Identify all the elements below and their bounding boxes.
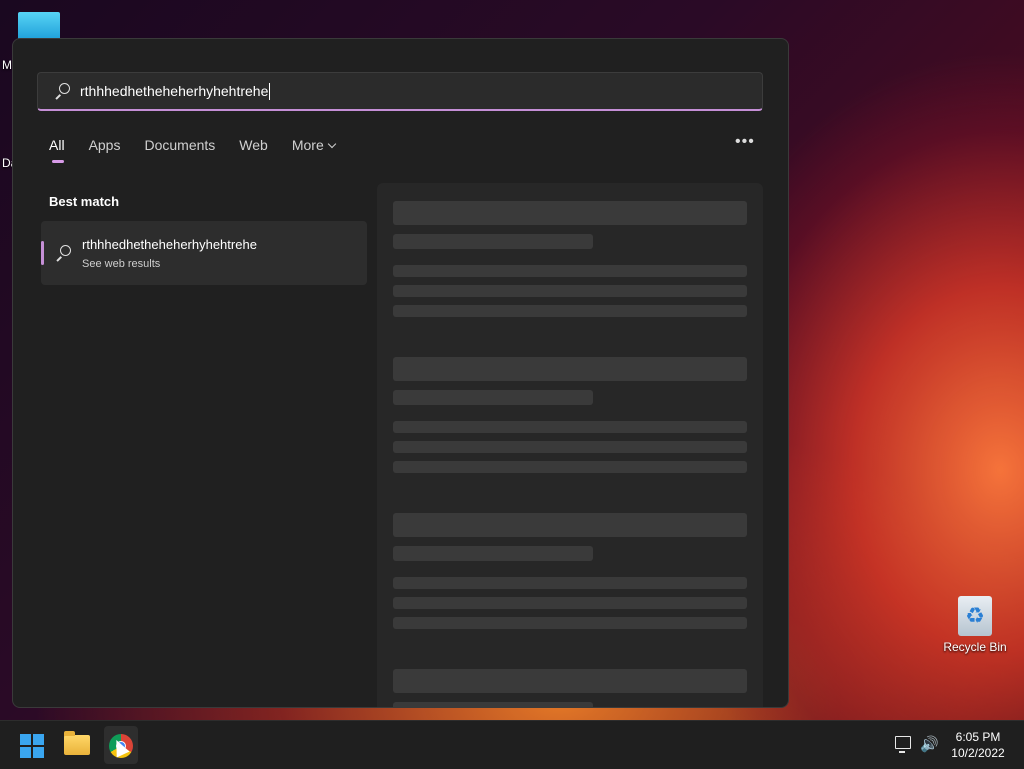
system-clock[interactable]: 6:05 PM 10/2/2022 — [944, 729, 1012, 761]
recycle-bin-shortcut[interactable]: Recycle Bin — [940, 596, 1010, 654]
text-caret — [269, 82, 271, 100]
search-icon — [54, 83, 70, 99]
skeleton-placeholder — [393, 461, 747, 473]
tab-all[interactable]: All — [49, 137, 65, 163]
skeleton-placeholder — [393, 702, 593, 707]
search-panel: rthhhedhetheheherhyhehtrehe All Apps Doc… — [12, 38, 789, 708]
search-input[interactable]: rthhhedhetheheherhyhehtrehe — [37, 72, 763, 111]
start-button[interactable] — [20, 734, 44, 758]
skeleton-placeholder — [393, 669, 747, 693]
tab-web[interactable]: Web — [239, 137, 268, 163]
clock-time: 6:05 PM — [955, 730, 1001, 744]
skeleton-placeholder — [393, 546, 593, 561]
skeleton-placeholder — [393, 390, 593, 405]
skeleton-placeholder — [393, 285, 747, 297]
skeleton-placeholder — [393, 357, 747, 381]
network-icon[interactable] — [895, 736, 911, 753]
file-explorer-icon[interactable] — [64, 731, 90, 755]
skeleton-placeholder — [393, 441, 747, 453]
desktop-icon-label-fragment: M — [2, 58, 12, 72]
skeleton-placeholder — [393, 265, 747, 277]
skeleton-placeholder — [393, 513, 747, 537]
taskbar: 🔊 6:05 PM 10/2/2022 — [0, 720, 1024, 769]
skeleton-placeholder — [393, 234, 593, 249]
skeleton-placeholder — [393, 421, 747, 433]
recycle-bin-label: Recycle Bin — [943, 640, 1007, 654]
result-title: rthhhedhetheheherhyhehtrehe — [82, 237, 257, 252]
tab-documents[interactable]: Documents — [144, 137, 215, 163]
best-match-heading: Best match — [49, 194, 120, 209]
recycle-bin-icon — [958, 596, 992, 636]
best-match-result[interactable]: rthhhedhetheheherhyhehtrehe See web resu… — [41, 221, 367, 285]
clock-date: 10/2/2022 — [951, 746, 1005, 760]
volume-icon[interactable]: 🔊 — [920, 735, 939, 753]
tab-more-label: More — [291, 137, 324, 153]
skeleton-placeholder — [393, 577, 747, 589]
selection-indicator — [41, 241, 44, 265]
more-options-icon[interactable]: ••• — [735, 133, 755, 151]
search-filter-tabs: All Apps Documents Web More — [49, 137, 359, 163]
search-query-text: rthhhedhetheheherhyhehtrehe — [80, 83, 269, 99]
chevron-down-icon — [327, 139, 336, 149]
result-subtitle: See web results — [82, 258, 161, 270]
skeleton-placeholder — [393, 305, 747, 317]
skeleton-placeholder — [393, 201, 747, 225]
preview-pane-loading — [377, 183, 763, 707]
tab-apps[interactable]: Apps — [89, 137, 121, 163]
skeleton-placeholder — [393, 597, 747, 609]
skeleton-placeholder — [393, 617, 747, 629]
tab-more[interactable]: More — [291, 137, 336, 163]
search-icon — [55, 245, 71, 261]
